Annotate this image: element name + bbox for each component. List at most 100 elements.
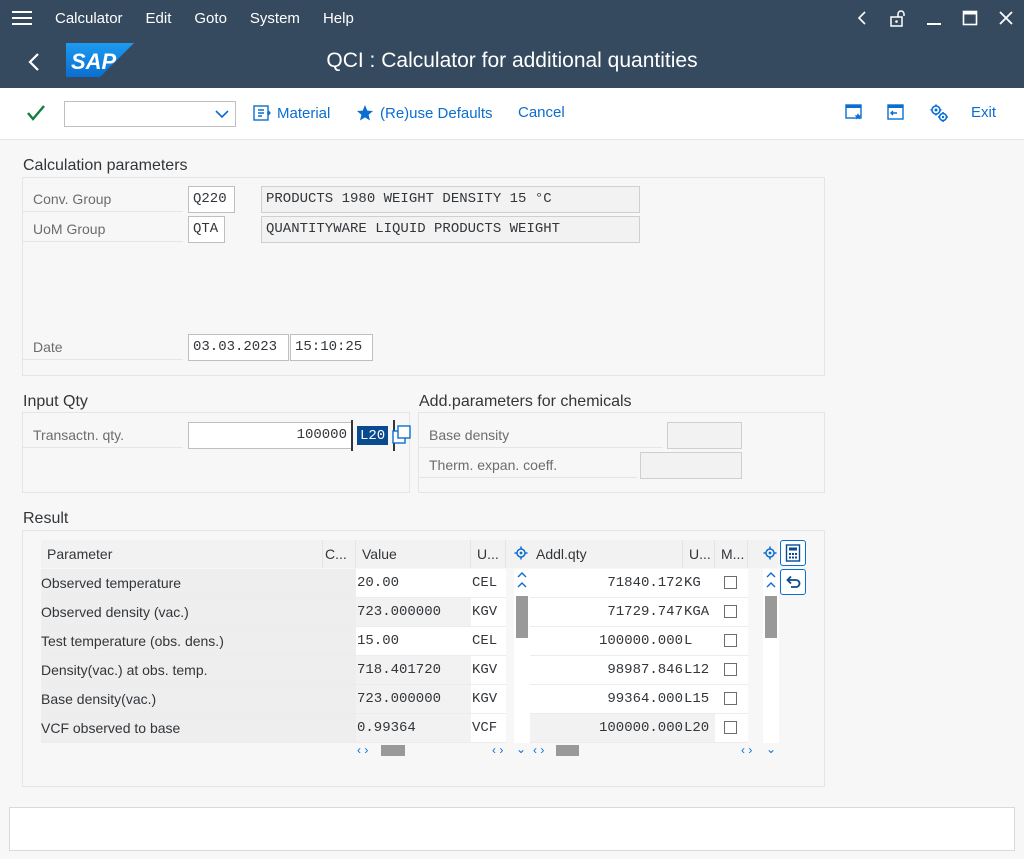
col-header-unit[interactable]: U...	[471, 540, 506, 568]
table-row-qty-unit: L20	[683, 714, 715, 743]
close-icon[interactable]	[988, 0, 1024, 36]
scroll-up-icon	[517, 572, 527, 588]
row-checkbox[interactable]	[724, 576, 737, 589]
right-table-settings-icon[interactable]	[763, 546, 777, 563]
menu-edit[interactable]: Edit	[146, 10, 172, 27]
input-qty-title: Input Qty	[23, 393, 88, 410]
add-params-title: Add.parameters for chemicals	[419, 393, 632, 410]
table-row-parameter: Base density(vac.)	[41, 685, 323, 714]
title-bar: SAP QCI : Calculator for additional quan…	[0, 36, 1024, 88]
row-checkbox[interactable]	[724, 721, 737, 734]
col-header-addl-qty[interactable]: Addl.qty	[530, 540, 683, 568]
table-row-qty-unit: KG	[683, 569, 715, 598]
application-toolbar: Material (Re)use Defaults Cancel Exit	[0, 88, 1024, 140]
row-checkbox[interactable]	[724, 634, 737, 647]
table-row-parameter: Density(vac.) at obs. temp.	[41, 656, 323, 685]
row-checkbox[interactable]	[724, 663, 737, 676]
new-session-icon[interactable]	[845, 103, 863, 124]
row-checkbox[interactable]	[724, 605, 737, 618]
table-row-qty: 99364.000	[530, 685, 683, 714]
create-session-icon[interactable]	[886, 103, 904, 124]
calculator-icon[interactable]	[780, 540, 806, 566]
table-row-parameter: VCF observed to base	[41, 714, 323, 743]
value-help-icon[interactable]	[392, 423, 412, 450]
transaction-qty-label: Transactn. qty.	[23, 422, 183, 448]
table-row-qty-unit: L	[683, 627, 715, 656]
menu-help[interactable]: Help	[323, 10, 354, 27]
reuse-defaults-button[interactable]: (Re)use Defaults	[356, 104, 493, 122]
material-label: Material	[277, 104, 331, 122]
table-row-parameter: Test temperature (obs. dens.)	[41, 627, 323, 656]
scroll-thumb[interactable]	[765, 596, 777, 638]
unlock-icon[interactable]	[880, 0, 916, 36]
command-field[interactable]	[64, 101, 236, 127]
base-density-field[interactable]	[667, 422, 742, 449]
checkmark-icon[interactable]	[26, 104, 46, 125]
uom-group-desc: QUANTITYWARE LIQUID PRODUCTS WEIGHT	[261, 216, 640, 243]
table-row-unit: CEL	[471, 627, 506, 656]
table-row-unit: CEL	[471, 569, 506, 598]
uom-group-field[interactable]: QTA	[188, 216, 225, 243]
table-row-qty: 100000.000	[530, 714, 683, 743]
right-hscroll-thumb[interactable]	[556, 745, 579, 756]
conv-group-field[interactable]: Q220	[188, 186, 235, 213]
hamburger-menu-icon[interactable]	[0, 0, 44, 36]
left-scroll-down-icon[interactable]: ⌄	[516, 742, 526, 756]
calc-params-title: Calculation parameters	[23, 157, 188, 174]
table-row-unit: KGV	[471, 685, 506, 714]
material-icon	[253, 105, 271, 121]
menu-system[interactable]: System	[250, 10, 300, 27]
table-row-qty-unit: KGA	[683, 598, 715, 627]
menu-goto[interactable]: Goto	[194, 10, 227, 27]
cancel-button[interactable]: Cancel	[518, 104, 565, 121]
unit-focus-bracket	[351, 420, 395, 451]
table-row-value: 0.99364	[356, 714, 471, 743]
conv-group-label: Conv. Group	[23, 186, 183, 212]
minimize-icon[interactable]	[916, 0, 952, 36]
table-row-qty: 98987.846	[530, 656, 683, 685]
row-checkbox[interactable]	[724, 692, 737, 705]
right-scroll-down-icon[interactable]: ⌄	[766, 742, 776, 756]
right-table-vscrollbar[interactable]	[763, 569, 779, 743]
right-hscroll-end-arrows-icon[interactable]: ‹ ›	[741, 743, 752, 757]
table-row-parameter: Observed density (vac.)	[41, 598, 323, 627]
date-field[interactable]: 03.03.2023	[188, 334, 289, 361]
table-row-parameter: Observed temperature	[41, 569, 323, 598]
maximize-icon[interactable]	[952, 0, 988, 36]
collapse-chevron-icon[interactable]	[844, 0, 880, 36]
left-hscroll-end-arrows-icon[interactable]: ‹ ›	[492, 743, 503, 757]
menu-calculator[interactable]: Calculator	[55, 10, 123, 27]
table-row-value: 718.401720	[356, 656, 471, 685]
settings-gears-icon[interactable]	[929, 103, 949, 126]
therm-expan-field[interactable]	[640, 452, 742, 479]
right-hscroll-arrows-icon[interactable]: ‹ ›	[533, 743, 544, 757]
left-hscroll-arrows-icon[interactable]: ‹ ›	[357, 743, 368, 757]
star-icon	[357, 105, 373, 121]
table-row-unit: VCF	[471, 714, 506, 743]
left-hscroll-thumb[interactable]	[381, 745, 405, 756]
transaction-qty-field[interactable]: 100000	[188, 422, 352, 449]
exit-button[interactable]: Exit	[971, 104, 996, 121]
col-header-m[interactable]: M...	[715, 540, 748, 568]
left-table-settings-icon[interactable]	[514, 546, 528, 563]
table-row-value: 723.000000	[356, 685, 471, 714]
menu-bar: Calculator Edit Goto System Help	[0, 0, 1024, 36]
undo-icon[interactable]	[780, 569, 806, 595]
col-header-addl-unit[interactable]: U...	[683, 540, 715, 568]
table-row-value[interactable]: 20.00	[356, 569, 471, 598]
scroll-thumb[interactable]	[516, 596, 528, 638]
col-header-parameter[interactable]: Parameter	[41, 540, 323, 568]
chevron-down-icon	[215, 110, 229, 119]
base-density-label: Base density	[419, 422, 663, 448]
page-title: QCI : Calculator for additional quantiti…	[326, 49, 698, 72]
table-row-value[interactable]: 15.00	[356, 627, 471, 656]
table-row-qty-unit: L12	[683, 656, 715, 685]
col-header-c[interactable]: C...	[323, 540, 356, 568]
time-field[interactable]: 15:10:25	[290, 334, 373, 361]
material-button[interactable]: Material	[253, 104, 330, 122]
uom-group-label: UoM Group	[23, 216, 183, 242]
conv-group-desc: PRODUCTS 1980 WEIGHT DENSITY 15 °C	[261, 186, 640, 213]
col-header-value[interactable]: Value	[356, 540, 471, 568]
table-row-unit: KGV	[471, 656, 506, 685]
left-table-vscrollbar[interactable]	[514, 569, 530, 743]
